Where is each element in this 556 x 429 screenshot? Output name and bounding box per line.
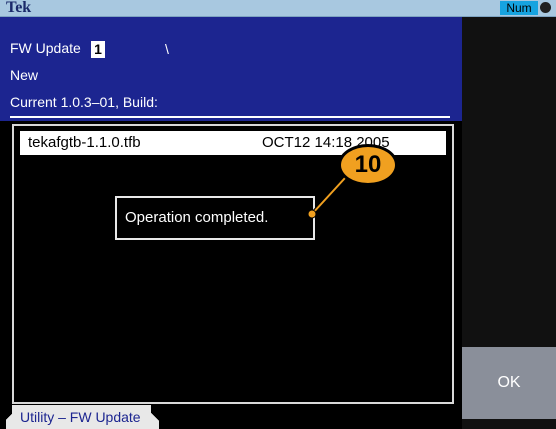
brand-logo: Tek (6, 0, 32, 16)
status-bar: Tek Num (0, 0, 556, 17)
current-version-label: Current 1.0.3–01, Build: (10, 94, 158, 110)
globe-icon (540, 2, 551, 13)
new-version-label: New (10, 67, 39, 83)
ok-button[interactable]: OK (462, 347, 556, 419)
num-lock-indicator: Num (500, 1, 538, 15)
path-separator: \ (165, 41, 169, 57)
status-dialog: Operation completed. (115, 196, 315, 240)
step-callout: 10 (338, 144, 398, 186)
cursor-field[interactable]: 1 (91, 41, 105, 58)
header-divider (10, 116, 450, 118)
menu-tab-label: Utility – FW Update (20, 409, 141, 425)
file-name: tekafgtb-1.1.0.tfb (28, 134, 141, 151)
menu-tab: Utility – FW Update (6, 405, 159, 429)
dialog-message: Operation completed. (125, 209, 269, 226)
page-title: FW Update (10, 40, 81, 56)
